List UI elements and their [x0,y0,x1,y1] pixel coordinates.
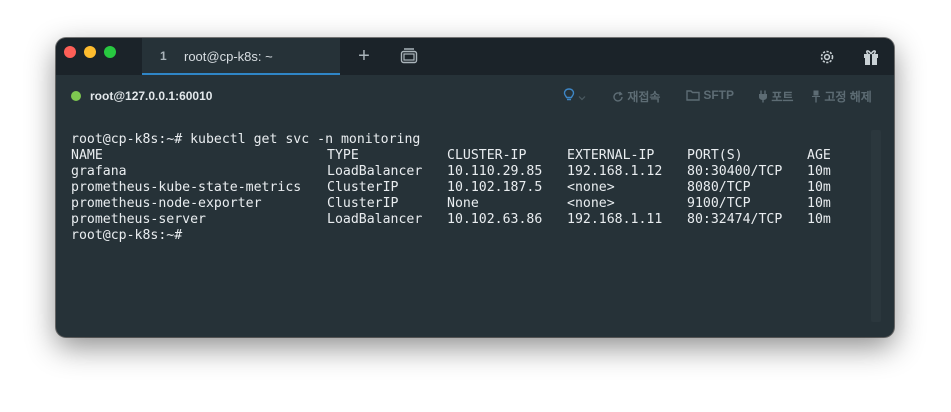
cell-name: prometheus-kube-state-metrics [71,180,302,195]
cell-age: 10m [807,180,831,195]
cell-ports: 9100/TCP [687,196,751,211]
port-label: 포트 [771,90,794,104]
reconnect-label: 재접속 [627,90,661,104]
title-bar: 1 root@cp-k8s: ~ + [56,38,894,75]
gift-icon [864,50,878,65]
cell-external-ip: 192.168.1.11 [567,212,663,227]
close-window-button[interactable] [64,46,76,58]
port-forwarding-button[interactable]: 포트 [758,88,793,105]
plug-icon [759,90,767,103]
gear-icon [820,50,834,64]
cell-cluster-ip: 10.102.187.5 [447,180,543,195]
maximize-window-button[interactable] [104,46,116,58]
cell-name: grafana [71,164,127,179]
cell-ports: 8080/TCP [687,180,751,195]
cell-type: ClusterIP [327,196,399,211]
cell-type: LoadBalancer [327,164,423,179]
pin-icon [812,90,820,103]
lightbulb-icon [563,88,575,101]
cell-age: 10m [807,196,831,211]
header-cluster-ip: CLUSTER-IP [447,148,527,163]
cell-external-ip: <none> [567,196,615,211]
chevron-down-icon [578,96,586,101]
new-tab-button[interactable]: + [354,44,374,68]
reconnect-button[interactable]: 재접속 [612,88,660,105]
header-external-ip: EXTERNAL-IP [567,148,655,163]
cell-cluster-ip: 10.110.29.85 [447,164,543,179]
table-row: grafana LoadBalancer 10.110.29.85 192.168.1… [71,164,867,180]
cell-age: 10m [807,212,831,227]
plus-icon: + [358,45,370,67]
window-stack-icon [400,48,418,64]
gift-button[interactable] [862,48,880,66]
cell-name: prometheus-node-exporter [71,196,262,211]
host-address: root@127.0.0.1:60010 [90,89,213,103]
header-type: TYPE [327,148,359,163]
header-age: AGE [807,148,831,163]
table-header-row: NAME TYPE CLUSTER-IP EXTERNAL-IP PORT(S) AGE [71,148,867,164]
sftp-button[interactable]: SFTP [686,88,734,102]
table-row: prometheus-server LoadBalancer 10.102.63.8… [71,212,867,228]
unpin-label: 고정 해제 [824,90,872,104]
cell-cluster-ip: None [447,196,479,211]
terminal-output[interactable]: root@cp-k8s:~# kubectl get svc -n monito… [71,132,867,324]
header-name: NAME [71,148,103,163]
unpin-button[interactable]: 고정 해제 [811,88,872,105]
cell-external-ip: <none> [567,180,615,195]
cell-ports: 80:30400/TCP [687,164,783,179]
command-line: root@cp-k8s:~# kubectl get svc -n monito… [71,132,421,147]
terminal-scrollbar[interactable] [871,130,881,322]
cell-name: prometheus-server [71,212,206,227]
tab-title: root@cp-k8s: ~ [184,49,273,64]
service-table: NAME TYPE CLUSTER-IP EXTERNAL-IP PORT(S) AGE g… [71,148,867,228]
sftp-label: SFTP [703,88,735,102]
minimize-window-button[interactable] [84,46,96,58]
cell-type: LoadBalancer [327,212,423,227]
cell-type: ClusterIP [327,180,399,195]
hint-button[interactable] [563,88,586,103]
cell-external-ip: 192.168.1.12 [567,164,663,179]
settings-button[interactable] [818,48,836,66]
cell-cluster-ip: 10.102.63.86 [447,212,543,227]
table-row: prometheus-kube-state-metrics ClusterIP 10… [71,180,867,196]
tab-session-1[interactable]: 1 root@cp-k8s: ~ [142,38,340,75]
table-row: prometheus-node-exporter ClusterIP None <no… [71,196,867,212]
connection-status-indicator [71,91,81,101]
cell-ports: 80:32474/TCP [687,212,783,227]
tab-number: 1 [160,49,167,63]
cell-age: 10m [807,164,831,179]
shell-prompt: root@cp-k8s:~# [71,228,183,243]
header-ports: PORT(S) [687,148,743,163]
folder-icon [686,90,700,101]
terminal-window: 1 root@cp-k8s: ~ + root@127.0.0.1:60010 … [56,38,894,337]
refresh-icon [613,91,623,102]
tab-overview-button[interactable] [400,48,418,64]
